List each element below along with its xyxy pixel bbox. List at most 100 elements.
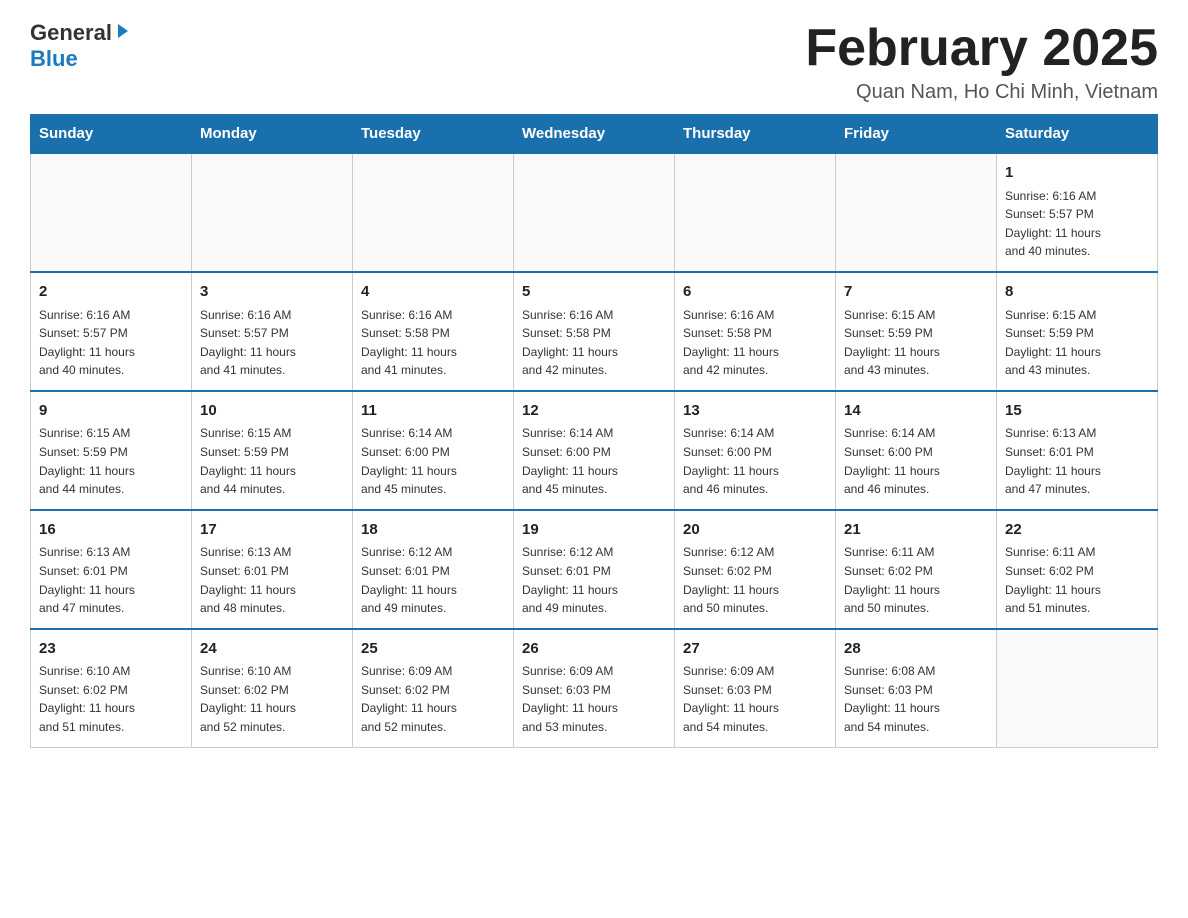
calendar-cell: 11Sunrise: 6:14 AM Sunset: 6:00 PM Dayli…: [353, 391, 514, 510]
day-number: 18: [361, 519, 505, 542]
day-info: Sunrise: 6:16 AM Sunset: 5:58 PM Dayligh…: [361, 306, 505, 380]
logo: General Blue: [30, 20, 132, 72]
calendar-cell: 20Sunrise: 6:12 AM Sunset: 6:02 PM Dayli…: [675, 510, 836, 629]
calendar-cell: [836, 153, 997, 272]
calendar-cell: 26Sunrise: 6:09 AM Sunset: 6:03 PM Dayli…: [514, 629, 675, 747]
page-header: General Blue February 2025 Quan Nam, Ho …: [30, 20, 1158, 104]
day-number: 14: [844, 400, 988, 423]
day-info: Sunrise: 6:08 AM Sunset: 6:03 PM Dayligh…: [844, 662, 988, 736]
day-info: Sunrise: 6:11 AM Sunset: 6:02 PM Dayligh…: [844, 543, 988, 617]
day-info: Sunrise: 6:10 AM Sunset: 6:02 PM Dayligh…: [200, 662, 344, 736]
calendar-cell: 21Sunrise: 6:11 AM Sunset: 6:02 PM Dayli…: [836, 510, 997, 629]
calendar-cell: 18Sunrise: 6:12 AM Sunset: 6:01 PM Dayli…: [353, 510, 514, 629]
calendar-cell: 12Sunrise: 6:14 AM Sunset: 6:00 PM Dayli…: [514, 391, 675, 510]
calendar-week-row: 1Sunrise: 6:16 AM Sunset: 5:57 PM Daylig…: [31, 153, 1158, 272]
calendar-cell: 3Sunrise: 6:16 AM Sunset: 5:57 PM Daylig…: [192, 272, 353, 391]
logo-blue-text: Blue: [30, 46, 78, 72]
day-info: Sunrise: 6:14 AM Sunset: 6:00 PM Dayligh…: [683, 424, 827, 498]
day-info: Sunrise: 6:14 AM Sunset: 6:00 PM Dayligh…: [361, 424, 505, 498]
calendar-cell: 22Sunrise: 6:11 AM Sunset: 6:02 PM Dayli…: [997, 510, 1158, 629]
day-info: Sunrise: 6:10 AM Sunset: 6:02 PM Dayligh…: [39, 662, 183, 736]
calendar-cell: 28Sunrise: 6:08 AM Sunset: 6:03 PM Dayli…: [836, 629, 997, 747]
calendar-cell: 23Sunrise: 6:10 AM Sunset: 6:02 PM Dayli…: [31, 629, 192, 747]
day-number: 15: [1005, 400, 1149, 423]
col-wednesday: Wednesday: [514, 115, 675, 154]
calendar-cell: 16Sunrise: 6:13 AM Sunset: 6:01 PM Dayli…: [31, 510, 192, 629]
day-number: 9: [39, 400, 183, 423]
calendar-cell: 25Sunrise: 6:09 AM Sunset: 6:02 PM Dayli…: [353, 629, 514, 747]
day-info: Sunrise: 6:16 AM Sunset: 5:58 PM Dayligh…: [683, 306, 827, 380]
day-info: Sunrise: 6:16 AM Sunset: 5:57 PM Dayligh…: [200, 306, 344, 380]
day-info: Sunrise: 6:13 AM Sunset: 6:01 PM Dayligh…: [1005, 424, 1149, 498]
day-number: 28: [844, 638, 988, 661]
day-info: Sunrise: 6:15 AM Sunset: 5:59 PM Dayligh…: [39, 424, 183, 498]
col-friday: Friday: [836, 115, 997, 154]
day-info: Sunrise: 6:13 AM Sunset: 6:01 PM Dayligh…: [39, 543, 183, 617]
calendar-cell: [514, 153, 675, 272]
calendar-cell: [997, 629, 1158, 747]
day-number: 4: [361, 281, 505, 304]
day-number: 1: [1005, 162, 1149, 185]
day-number: 8: [1005, 281, 1149, 304]
day-number: 19: [522, 519, 666, 542]
calendar-cell: 5Sunrise: 6:16 AM Sunset: 5:58 PM Daylig…: [514, 272, 675, 391]
day-number: 20: [683, 519, 827, 542]
day-info: Sunrise: 6:15 AM Sunset: 5:59 PM Dayligh…: [844, 306, 988, 380]
day-info: Sunrise: 6:16 AM Sunset: 5:57 PM Dayligh…: [39, 306, 183, 380]
day-info: Sunrise: 6:09 AM Sunset: 6:03 PM Dayligh…: [683, 662, 827, 736]
day-number: 22: [1005, 519, 1149, 542]
location-text: Quan Nam, Ho Chi Minh, Vietnam: [805, 81, 1158, 104]
calendar-header-row: Sunday Monday Tuesday Wednesday Thursday…: [31, 115, 1158, 154]
day-number: 6: [683, 281, 827, 304]
calendar-cell: 15Sunrise: 6:13 AM Sunset: 6:01 PM Dayli…: [997, 391, 1158, 510]
day-number: 2: [39, 281, 183, 304]
day-info: Sunrise: 6:14 AM Sunset: 6:00 PM Dayligh…: [522, 424, 666, 498]
logo-general-text: General: [30, 20, 112, 46]
col-sunday: Sunday: [31, 115, 192, 154]
calendar-cell: 19Sunrise: 6:12 AM Sunset: 6:01 PM Dayli…: [514, 510, 675, 629]
day-info: Sunrise: 6:15 AM Sunset: 5:59 PM Dayligh…: [1005, 306, 1149, 380]
calendar-cell: [353, 153, 514, 272]
calendar-cell: 24Sunrise: 6:10 AM Sunset: 6:02 PM Dayli…: [192, 629, 353, 747]
calendar-week-row: 16Sunrise: 6:13 AM Sunset: 6:01 PM Dayli…: [31, 510, 1158, 629]
day-info: Sunrise: 6:12 AM Sunset: 6:01 PM Dayligh…: [361, 543, 505, 617]
calendar-cell: 13Sunrise: 6:14 AM Sunset: 6:00 PM Dayli…: [675, 391, 836, 510]
day-info: Sunrise: 6:16 AM Sunset: 5:58 PM Dayligh…: [522, 306, 666, 380]
day-number: 17: [200, 519, 344, 542]
day-number: 24: [200, 638, 344, 661]
day-number: 23: [39, 638, 183, 661]
calendar-table: Sunday Monday Tuesday Wednesday Thursday…: [30, 114, 1158, 747]
calendar-cell: [192, 153, 353, 272]
day-info: Sunrise: 6:14 AM Sunset: 6:00 PM Dayligh…: [844, 424, 988, 498]
day-number: 12: [522, 400, 666, 423]
title-section: February 2025 Quan Nam, Ho Chi Minh, Vie…: [805, 20, 1158, 104]
calendar-week-row: 23Sunrise: 6:10 AM Sunset: 6:02 PM Dayli…: [31, 629, 1158, 747]
calendar-week-row: 9Sunrise: 6:15 AM Sunset: 5:59 PM Daylig…: [31, 391, 1158, 510]
day-info: Sunrise: 6:09 AM Sunset: 6:02 PM Dayligh…: [361, 662, 505, 736]
day-number: 3: [200, 281, 344, 304]
day-info: Sunrise: 6:09 AM Sunset: 6:03 PM Dayligh…: [522, 662, 666, 736]
day-number: 16: [39, 519, 183, 542]
day-info: Sunrise: 6:12 AM Sunset: 6:02 PM Dayligh…: [683, 543, 827, 617]
logo-arrow-icon: [114, 22, 132, 45]
calendar-cell: 9Sunrise: 6:15 AM Sunset: 5:59 PM Daylig…: [31, 391, 192, 510]
day-info: Sunrise: 6:16 AM Sunset: 5:57 PM Dayligh…: [1005, 187, 1149, 261]
calendar-cell: [31, 153, 192, 272]
col-saturday: Saturday: [997, 115, 1158, 154]
calendar-cell: 2Sunrise: 6:16 AM Sunset: 5:57 PM Daylig…: [31, 272, 192, 391]
day-number: 13: [683, 400, 827, 423]
day-info: Sunrise: 6:11 AM Sunset: 6:02 PM Dayligh…: [1005, 543, 1149, 617]
day-number: 11: [361, 400, 505, 423]
day-number: 5: [522, 281, 666, 304]
calendar-cell: [675, 153, 836, 272]
day-number: 21: [844, 519, 988, 542]
calendar-cell: 17Sunrise: 6:13 AM Sunset: 6:01 PM Dayli…: [192, 510, 353, 629]
calendar-cell: 1Sunrise: 6:16 AM Sunset: 5:57 PM Daylig…: [997, 153, 1158, 272]
day-info: Sunrise: 6:13 AM Sunset: 6:01 PM Dayligh…: [200, 543, 344, 617]
month-title: February 2025: [805, 20, 1158, 77]
day-number: 10: [200, 400, 344, 423]
calendar-cell: 14Sunrise: 6:14 AM Sunset: 6:00 PM Dayli…: [836, 391, 997, 510]
col-monday: Monday: [192, 115, 353, 154]
day-number: 25: [361, 638, 505, 661]
day-info: Sunrise: 6:15 AM Sunset: 5:59 PM Dayligh…: [200, 424, 344, 498]
